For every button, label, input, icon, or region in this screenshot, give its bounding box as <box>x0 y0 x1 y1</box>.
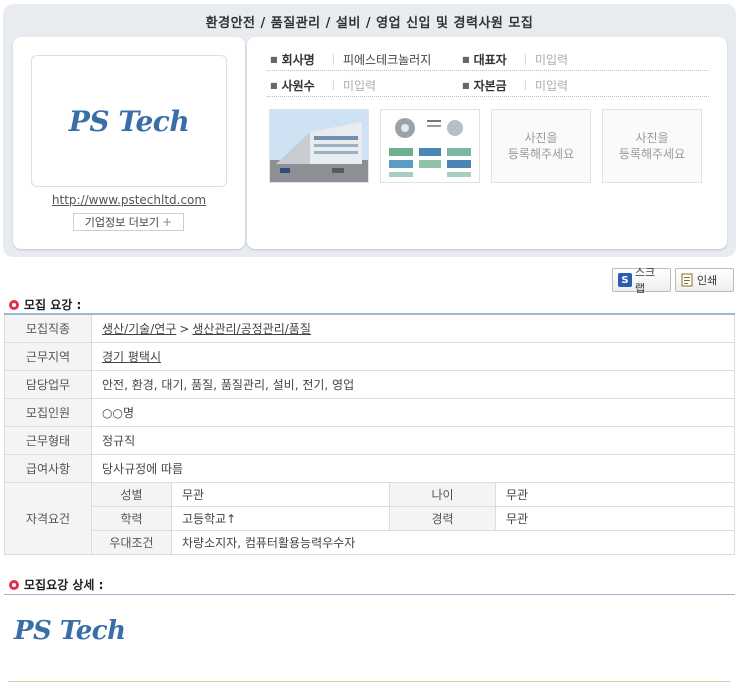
section-heading-detail: 모집요강 상세 : <box>9 576 103 593</box>
job-subcategory-link[interactable]: 생산관리/공정관리/품질 <box>192 322 311 336</box>
info-capital: ■ 자본금 | 미입력 <box>462 77 568 94</box>
sub-header: 경력 <box>389 505 496 531</box>
sub-header: 성별 <box>91 481 172 507</box>
info-label: 사원수 <box>281 79 315 93</box>
scrap-button[interactable]: S 스크랩 <box>612 266 671 295</box>
bullet-icon: ■ <box>462 81 470 90</box>
section-heading-requirements: 모집 요강 : <box>9 296 81 313</box>
more-button-label: 기업정보 더보기 <box>84 216 160 229</box>
table-row: 우대조건 차량소지자, 컴퓨터활용능력우수자 <box>5 529 735 555</box>
job-type-value: 생산/기술/연구 > 생산관리/공정관리/품질 <box>91 313 735 343</box>
row-header: 근무지역 <box>4 341 92 371</box>
table-row: 학력 고등학교↑ 경력 무관 <box>5 505 735 531</box>
company-logo-text: PS Tech <box>68 104 190 138</box>
sub-header: 학력 <box>91 505 172 531</box>
company-card: 환경안전 / 품질관리 / 설비 / 영업 신입 및 경력사원 모집 PS Te… <box>3 4 736 257</box>
product-diagram-image <box>381 110 479 182</box>
job-posting-title: 환경안전 / 품질관리 / 설비 / 영업 신입 및 경력사원 모집 <box>205 16 534 31</box>
sub-header: 나이 <box>389 481 496 507</box>
experience-value: 무관 <box>495 505 735 531</box>
table-row: 모집인원 ○○명 <box>4 397 735 427</box>
info-value: 미입력 <box>342 79 377 93</box>
table-row: 모집직종 생산/기술/연구 > 생산관리/공정관리/품질 <box>4 313 735 343</box>
location-value: 경기 평택시 <box>91 341 735 371</box>
info-label: 대표자 <box>473 53 507 67</box>
table-row: 담당업무 안전, 환경, 대기, 품질, 품질관리, 설비, 전기, 영업 <box>4 369 735 399</box>
bullet-icon: ■ <box>270 55 278 64</box>
separator: | <box>331 54 335 65</box>
table-row: 자격요건 성별 무관 나이 무관 <box>4 481 735 555</box>
scrap-icon: S <box>618 273 632 287</box>
info-value: 미입력 <box>534 53 569 67</box>
requirements-table: 모집직종 생산/기술/연구 > 생산관리/공정관리/품질 근무지역 경기 평택시 담… <box>4 313 735 555</box>
sub-header: 우대조건 <box>91 529 172 555</box>
arrow-separator: > <box>179 321 190 336</box>
building-photo-image <box>270 110 368 182</box>
company-photo-building[interactable] <box>269 109 369 183</box>
photo-placeholder[interactable]: 사진을 등록해주세요 <box>491 109 591 183</box>
headcount-value: ○○명 <box>91 397 735 427</box>
divider <box>8 681 730 682</box>
row-header: 모집직종 <box>4 313 92 343</box>
print-button-label: 인쇄 <box>697 274 718 287</box>
company-photo-products[interactable] <box>380 109 480 183</box>
company-info-more-button[interactable]: 기업정보 더보기 + <box>73 213 184 231</box>
homepage-link[interactable]: http://www.pstechltd.com <box>13 193 245 207</box>
row-header: 모집인원 <box>4 397 92 427</box>
photo-placeholder[interactable]: 사진을 등록해주세요 <box>602 109 702 183</box>
separator: | <box>523 80 527 91</box>
job-category-link[interactable]: 생산/기술/연구 <box>102 322 176 336</box>
section-title: 모집요강 상세 : <box>24 578 104 592</box>
info-value: 미입력 <box>534 79 569 93</box>
photo-placeholder-text: 사진을 등록해주세요 <box>618 131 686 161</box>
info-row: ■ 사원수 | 미입력 ■ 자본금 | 미입력 <box>267 71 709 97</box>
duties-value: 안전, 환경, 대기, 품질, 품질관리, 설비, 전기, 영업 <box>91 369 735 399</box>
company-logo-panel: PS Tech http://www.pstechltd.com 기업정보 더보… <box>13 37 245 249</box>
table-row: 급여사항 당사규정에 따름 <box>4 453 735 483</box>
plus-icon: + <box>162 215 173 229</box>
row-header: 급여사항 <box>4 453 92 483</box>
location-link[interactable]: 경기 평택시 <box>102 350 161 364</box>
info-row: ■ 회사명 | 피에스테크놀러지 ■ 대표자 | 미입력 <box>267 45 709 71</box>
employment-value: 정규직 <box>91 425 735 455</box>
company-info-panel: ■ 회사명 | 피에스테크놀러지 ■ 대표자 | 미입력 ■ 사원수 | 미입력… <box>247 37 727 249</box>
info-company-name: ■ 회사명 | 피에스테크놀러지 <box>270 51 431 68</box>
separator: | <box>331 80 335 91</box>
table-row: 근무형태 정규직 <box>4 425 735 455</box>
education-value: 고등학교↑ <box>171 505 390 531</box>
photo-placeholder-text: 사진을 등록해주세요 <box>507 131 575 161</box>
age-value: 무관 <box>495 481 735 507</box>
detail-logo: PS Tech <box>14 616 126 646</box>
section-bullet-icon <box>9 579 19 590</box>
info-ceo: ■ 대표자 | 미입력 <box>462 51 568 68</box>
print-button[interactable]: 인쇄 <box>675 268 734 292</box>
section-bullet-icon <box>9 299 19 310</box>
gender-value: 무관 <box>171 481 390 507</box>
info-label: 자본금 <box>473 79 507 93</box>
scrap-button-label: 스크랩 <box>634 266 656 295</box>
salary-value: 당사규정에 따름 <box>91 453 735 483</box>
table-row: 근무지역 경기 평택시 <box>4 341 735 371</box>
print-icon <box>681 273 693 287</box>
row-header: 근무형태 <box>4 425 92 455</box>
company-logo: PS Tech <box>31 55 227 187</box>
bullet-icon: ■ <box>270 81 278 90</box>
bullet-icon: ■ <box>462 55 470 64</box>
divider <box>4 594 735 595</box>
info-employees: ■ 사원수 | 미입력 <box>270 77 376 94</box>
preference-value: 차량소지자, 컴퓨터활용능력우수자 <box>171 529 735 555</box>
separator: | <box>523 54 527 65</box>
info-value: 피에스테크놀러지 <box>342 53 432 67</box>
row-header: 담당업무 <box>4 369 92 399</box>
info-label: 회사명 <box>281 53 315 67</box>
row-header: 자격요건 <box>4 481 92 555</box>
section-title: 모집 요강 : <box>24 298 82 312</box>
